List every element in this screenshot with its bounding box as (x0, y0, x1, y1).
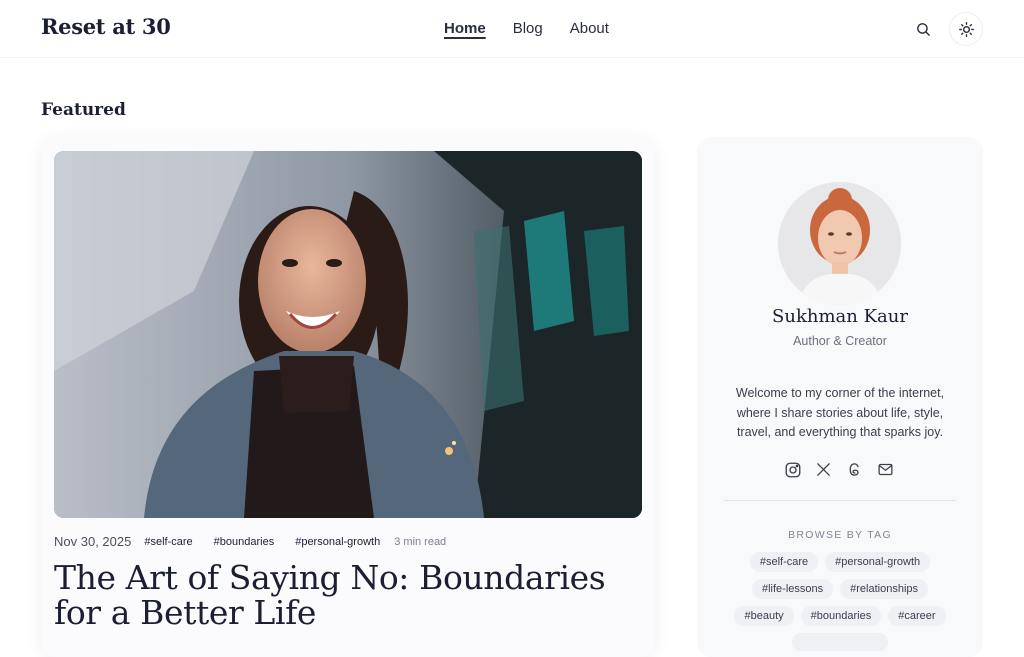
threads-link[interactable] (845, 460, 864, 479)
social-links (783, 460, 895, 479)
tag-pill[interactable] (792, 633, 888, 651)
post-date: Nov 30, 2025 (54, 534, 132, 549)
post-meta: Nov 30, 2025 #self-care #boundaries #per… (54, 534, 446, 549)
read-time: 3 min read (394, 535, 447, 548)
tag-pill[interactable]: #career (888, 606, 946, 626)
instagram-icon (785, 462, 800, 477)
author-name: Sukhman Kaur (772, 306, 908, 327)
tag-pill[interactable]: #life-lessons (751, 579, 834, 599)
post-tag[interactable]: #boundaries (214, 536, 275, 548)
featured-heading: Featured (41, 100, 126, 120)
sidebar-divider (724, 500, 956, 501)
post-tag[interactable]: #self-care (144, 536, 192, 548)
browse-by-tag-label: BROWSE BY TAG (788, 529, 892, 541)
threads-icon (849, 463, 859, 476)
x-link[interactable] (814, 460, 833, 479)
x-icon (817, 463, 830, 476)
sun-icon (958, 21, 974, 37)
email-link[interactable] (876, 460, 895, 479)
avatar-photo (778, 182, 901, 305)
author-sidebar: Sukhman Kaur Author & Creator Welcome to… (697, 137, 983, 657)
post-title[interactable]: The Art of Saying No: Boundaries for a B… (54, 560, 634, 630)
nav-home[interactable]: Home (444, 20, 486, 37)
main-nav: Home Blog About (444, 20, 609, 37)
site-header: Reset at 30 Home Blog About (0, 0, 1024, 58)
tag-cloud: #self-care #personal-growth #life-lesson… (719, 552, 961, 651)
featured-post-image[interactable] (54, 151, 642, 518)
nav-about[interactable]: About (570, 20, 609, 37)
search-button[interactable] (910, 16, 936, 42)
tag-pill[interactable]: #relationships (840, 579, 928, 599)
tag-pill[interactable]: #boundaries (800, 606, 882, 626)
mail-icon (878, 463, 893, 476)
site-logo[interactable]: Reset at 30 (41, 14, 171, 39)
nav-blog[interactable]: Blog (513, 20, 543, 37)
tag-pill[interactable]: #self-care (749, 552, 819, 572)
author-avatar (778, 182, 901, 305)
featured-photo (54, 151, 642, 518)
author-bio: Welcome to my corner of the internet, wh… (735, 386, 945, 439)
tag-pill[interactable]: #personal-growth (825, 552, 931, 572)
featured-post-card[interactable]: Nov 30, 2025 #self-care #boundaries #per… (41, 137, 655, 657)
theme-toggle-button[interactable] (949, 12, 983, 46)
author-role: Author & Creator (793, 334, 887, 348)
post-tag[interactable]: #personal-growth (295, 536, 380, 548)
instagram-link[interactable] (783, 460, 802, 479)
tag-pill[interactable]: #beauty (734, 606, 794, 626)
search-icon (916, 22, 930, 36)
